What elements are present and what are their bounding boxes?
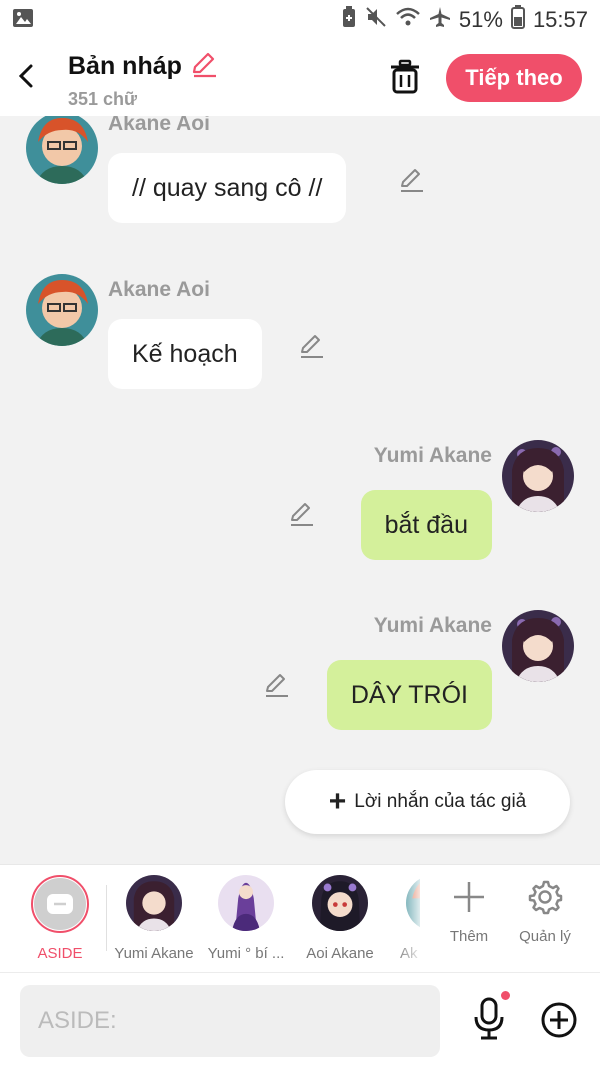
avatar xyxy=(218,875,274,931)
add-label: Thêm xyxy=(449,928,489,945)
gear-icon xyxy=(528,880,563,915)
sender-name: Akane Aoi xyxy=(108,116,210,135)
add-button[interactable] xyxy=(540,1001,578,1039)
image-icon xyxy=(12,8,34,33)
chevron-left-icon xyxy=(18,64,33,88)
mute-icon xyxy=(365,6,387,34)
author-note-label: Lời nhắn của tác giả xyxy=(354,791,527,812)
avatar[interactable] xyxy=(26,274,98,346)
plus-icon: + xyxy=(328,785,347,818)
message-bubble[interactable]: bắt đầu xyxy=(360,490,492,560)
character-bar: ASIDE Yumi Akane Yumi ° bí ... Aoi Akane… xyxy=(0,864,600,972)
edit-message-button[interactable] xyxy=(298,332,326,360)
edit-message-button[interactable] xyxy=(288,500,316,528)
title-block: Bản nháp 351 chữ xyxy=(68,50,218,110)
chat-area[interactable]: Akane Aoi // quay sang cô // Akane Aoi K… xyxy=(0,116,600,864)
message-bubble[interactable]: Kế hoạch xyxy=(108,319,262,389)
avatar[interactable] xyxy=(26,116,98,184)
edit-message-button[interactable] xyxy=(398,166,426,194)
word-count: 351 chữ xyxy=(68,89,138,109)
pencil-icon xyxy=(401,169,423,192)
battery-saver-icon xyxy=(341,6,357,34)
message-input[interactable]: ASIDE: xyxy=(20,985,440,1057)
clock: 15:57 xyxy=(532,7,588,32)
next-button[interactable]: Tiếp theo xyxy=(446,54,582,102)
avatar xyxy=(312,875,368,931)
input-bar: ASIDE: xyxy=(0,972,600,1067)
wifi-icon xyxy=(395,6,421,34)
microphone-icon xyxy=(474,997,504,1040)
edit-message-button[interactable] xyxy=(263,671,291,699)
character-item[interactable]: Aoi Akane xyxy=(294,875,386,962)
delete-button[interactable] xyxy=(388,58,422,96)
add-character-button[interactable]: Thêm xyxy=(434,879,504,945)
character-name: Yumi Akane xyxy=(114,945,194,962)
plus-icon xyxy=(454,882,484,912)
character-aside[interactable]: ASIDE xyxy=(14,875,106,962)
aside-avatar xyxy=(31,875,89,933)
author-note-button[interactable]: + Lời nhắn của tác giả xyxy=(285,770,570,834)
page-title: Bản nháp xyxy=(68,52,182,80)
character-name: Aoi Akane xyxy=(306,945,374,962)
sender-name: Akane Aoi xyxy=(108,278,210,301)
voice-button[interactable] xyxy=(472,997,506,1041)
sender-name: Yumi Akane xyxy=(373,614,492,637)
manage-label: Quản lý xyxy=(519,928,571,945)
pencil-icon xyxy=(301,335,323,358)
message-icon xyxy=(47,894,73,914)
manage-button[interactable]: Quản lý xyxy=(510,879,580,945)
input-placeholder: ASIDE: xyxy=(38,1007,117,1034)
avatar xyxy=(126,875,182,931)
character-name: ASIDE xyxy=(37,945,83,962)
sender-name: Yumi Akane xyxy=(373,444,492,467)
divider xyxy=(106,885,107,951)
edit-title-button[interactable] xyxy=(190,50,218,83)
pencil-icon xyxy=(192,52,216,78)
scroll-fade xyxy=(395,865,425,971)
avatar[interactable] xyxy=(502,440,574,512)
character-item[interactable]: Yumi ° bí ... xyxy=(200,875,292,962)
character-name: Yumi ° bí ... xyxy=(207,945,285,962)
avatar[interactable] xyxy=(502,610,574,682)
pencil-icon xyxy=(266,674,288,697)
airplane-icon xyxy=(429,6,451,34)
pencil-icon xyxy=(291,503,313,526)
back-button[interactable] xyxy=(12,58,42,94)
battery-percent: 51% xyxy=(458,7,503,32)
character-item[interactable]: Yumi Akane xyxy=(108,875,200,962)
app-header: Bản nháp 351 chữ Tiếp theo xyxy=(0,40,600,116)
message-bubble[interactable]: DÂY TRÓI xyxy=(326,660,492,730)
status-bar: 51% 15:57 xyxy=(0,0,600,40)
notification-dot xyxy=(501,991,510,1000)
trash-icon xyxy=(391,59,419,94)
plus-circle-icon xyxy=(541,1002,577,1038)
battery-icon xyxy=(510,5,525,35)
message-bubble[interactable]: // quay sang cô // xyxy=(108,153,347,223)
